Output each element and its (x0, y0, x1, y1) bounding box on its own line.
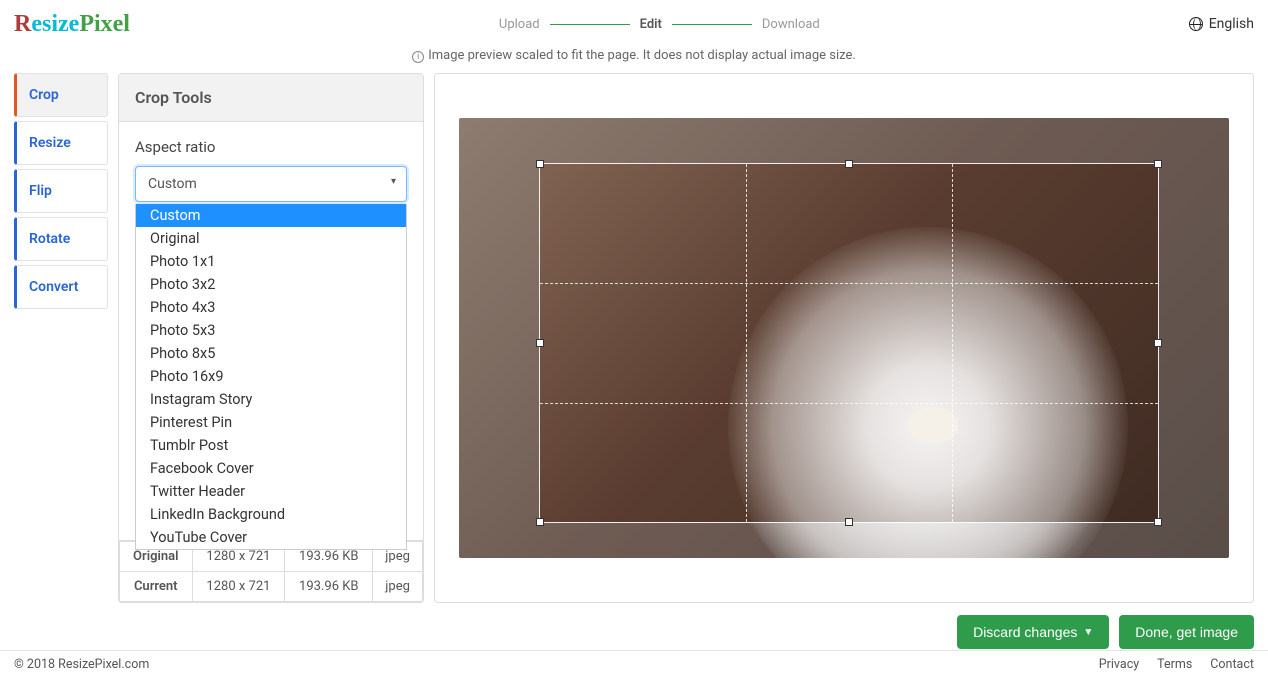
progress-steps: Upload Edit Download (499, 17, 820, 32)
footer-link-contact[interactable]: Contact (1210, 657, 1254, 672)
step-line (672, 24, 752, 25)
globe-icon (1189, 17, 1203, 31)
dropdown-option[interactable]: YouTube Cover (136, 526, 406, 549)
crop-handle[interactable] (1154, 339, 1162, 347)
sidebar-item-convert[interactable]: Convert (14, 265, 108, 309)
step-line (550, 24, 630, 25)
dropdown-option[interactable]: Photo 3x2 (136, 273, 406, 296)
dropdown-option[interactable]: Photo 16x9 (136, 365, 406, 388)
main: Crop Resize Flip Rotate Convert Crop Too… (0, 73, 1268, 603)
crop-handle[interactable] (1154, 160, 1162, 168)
dropdown-option[interactable]: Facebook Cover (136, 457, 406, 480)
crop-handle[interactable] (536, 160, 544, 168)
dropdown-option[interactable]: Custom (136, 204, 406, 227)
dropdown-option[interactable]: Twitter Header (136, 480, 406, 503)
sidebar-item-resize[interactable]: Resize (14, 121, 108, 165)
dropdown-option[interactable]: Photo 1x1 (136, 250, 406, 273)
preview-note: iImage preview scaled to fit the page. I… (0, 44, 1268, 73)
language-selector[interactable]: English (1189, 16, 1254, 32)
caret-down-icon: ▼ (1083, 627, 1093, 638)
language-label: English (1209, 16, 1254, 32)
copyright: © 2018 ResizePixel.com (14, 657, 149, 672)
footer-link-privacy[interactable]: Privacy (1099, 657, 1139, 672)
crop-handle[interactable] (845, 160, 853, 168)
dropdown-option[interactable]: Pinterest Pin (136, 411, 406, 434)
panel-title: Crop Tools (119, 74, 423, 122)
image-preview (434, 73, 1254, 603)
dropdown-option[interactable]: Photo 8x5 (136, 342, 406, 365)
step-download: Download (762, 17, 820, 32)
dropdown-option[interactable]: Tumblr Post (136, 434, 406, 457)
sidebar-item-crop[interactable]: Crop (14, 73, 108, 117)
crop-handle[interactable] (536, 339, 544, 347)
sidebar-item-flip[interactable]: Flip (14, 169, 108, 213)
crop-handle[interactable] (1154, 518, 1162, 526)
info-icon: i (412, 51, 424, 63)
discard-button[interactable]: Discard changes▼ (957, 615, 1109, 649)
dropdown-option[interactable]: Photo 5x3 (136, 319, 406, 342)
image-canvas[interactable] (459, 118, 1229, 558)
aspect-ratio-select[interactable]: Custom (135, 166, 407, 202)
dropdown-option[interactable]: Original (136, 227, 406, 250)
aspect-ratio-label: Aspect ratio (135, 138, 407, 156)
header: ResizePixel Upload Edit Download English (0, 0, 1268, 44)
crop-box[interactable] (539, 163, 1159, 523)
step-edit: Edit (640, 17, 662, 32)
dropdown-option[interactable]: LinkedIn Background (136, 503, 406, 526)
aspect-ratio-dropdown: Custom Original Photo 1x1 Photo 3x2 Phot… (135, 204, 407, 550)
step-upload: Upload (499, 17, 540, 32)
done-button[interactable]: Done, get image (1119, 615, 1254, 649)
tools-panel: Crop Tools Aspect ratio Custom Custom Or… (118, 73, 424, 603)
dropdown-option[interactable]: Instagram Story (136, 388, 406, 411)
crop-handle[interactable] (536, 518, 544, 526)
footer: © 2018 ResizePixel.com Privacy Terms Con… (0, 650, 1268, 678)
sidebar: Crop Resize Flip Rotate Convert (14, 73, 108, 603)
dropdown-option[interactable]: Photo 4x3 (136, 296, 406, 319)
footer-link-terms[interactable]: Terms (1157, 657, 1192, 672)
sidebar-item-rotate[interactable]: Rotate (14, 217, 108, 261)
crop-handle[interactable] (845, 518, 853, 526)
logo[interactable]: ResizePixel (14, 11, 130, 38)
table-row: Current 1280 x 721 193.96 KB jpeg (120, 572, 423, 602)
